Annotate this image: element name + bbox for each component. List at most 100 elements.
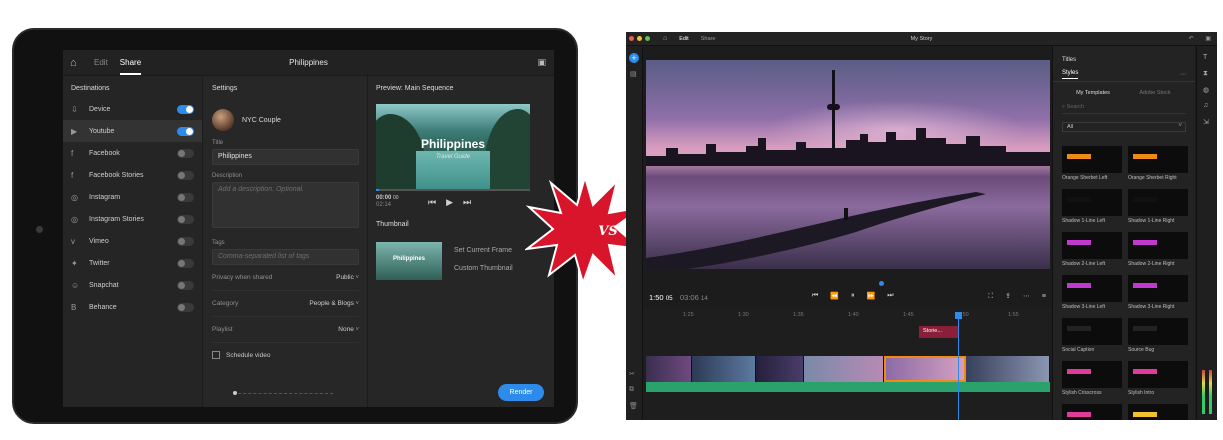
tab-share[interactable]: Share <box>701 36 716 42</box>
destination-row[interactable]: f Facebook <box>63 142 202 164</box>
export-frame-icon[interactable]: ⇪ <box>1005 293 1011 300</box>
duplicate-icon[interactable]: ⧉ <box>629 386 634 394</box>
title-clip[interactable]: Storie... <box>919 326 959 338</box>
schedule-video-option[interactable]: Schedule video <box>212 351 359 359</box>
custom-thumbnail-button[interactable]: Custom Thumbnail <box>454 260 513 278</box>
home-icon[interactable]: ⌂ <box>663 35 667 42</box>
destination-toggle[interactable] <box>177 214 194 224</box>
set-current-frame-button[interactable]: Set Current Frame <box>454 242 513 260</box>
destination-toggle[interactable] <box>177 148 194 158</box>
title-template[interactable]: Social Caption <box>1062 318 1122 361</box>
viewer-scrub-handle[interactable] <box>879 281 884 286</box>
schedule-checkbox[interactable] <box>212 351 220 359</box>
timeline-playhead[interactable] <box>958 316 959 420</box>
adobe-stock-option[interactable]: Adobe Stock <box>1124 90 1186 102</box>
title-template[interactable]: Source Bug <box>1128 318 1188 361</box>
pause-icon[interactable]: ⏸ <box>851 292 855 300</box>
destination-row[interactable]: f Facebook Stories <box>63 164 202 186</box>
destination-toggle[interactable] <box>177 302 194 312</box>
tab-styles[interactable]: Styles <box>1062 70 1079 79</box>
audio-icon[interactable]: ♫ <box>1203 102 1208 109</box>
color-icon[interactable]: ◍ <box>1203 86 1209 94</box>
video-clip[interactable] <box>646 356 692 382</box>
more-icon[interactable]: ⋯ <box>1180 71 1186 78</box>
go-to-start-icon[interactable]: ⏮ <box>812 292 818 300</box>
destination-toggle[interactable] <box>177 170 194 180</box>
destination-toggle[interactable] <box>177 258 194 268</box>
title-template[interactable]: Shadow 3-Line Left <box>1062 275 1122 318</box>
chat-icon[interactable]: ▣ <box>1205 36 1211 42</box>
menu-icon[interactable]: ≡ <box>1042 293 1046 300</box>
timeline[interactable]: 1:25 1:30 1:35 1:40 1:45 1:50 1:55 ✂ ⧉ 🗑… <box>629 308 1052 420</box>
transitions-icon[interactable]: ⧗ <box>1203 70 1208 78</box>
more-icon[interactable]: ⋯ <box>1023 293 1030 300</box>
title-field[interactable]: Philippines <box>212 149 359 165</box>
title-template[interactable]: Sunrise <box>1128 404 1188 420</box>
destination-row[interactable]: ◎ Instagram <box>63 186 202 208</box>
zoom-window-icon[interactable] <box>645 36 650 41</box>
account-row[interactable]: NYC Couple <box>212 108 359 132</box>
go-to-end-icon[interactable]: ⏭ <box>887 292 893 300</box>
destination-row[interactable]: B Behance <box>63 296 202 318</box>
destination-row[interactable]: ⇩ Device <box>63 98 202 120</box>
my-templates-option[interactable]: My Templates <box>1062 90 1124 102</box>
description-field[interactable]: Add a description. Optional. <box>212 182 359 228</box>
preview-progress-bar[interactable] <box>376 189 530 191</box>
step-back-icon[interactable]: ⏮ <box>428 197 436 208</box>
destination-toggle[interactable] <box>177 126 194 136</box>
playhead-handle[interactable] <box>955 312 962 319</box>
destination-toggle[interactable] <box>177 192 194 202</box>
title-template[interactable]: Stylish Intro <box>1128 361 1188 404</box>
category-row[interactable]: Category People & Blogs <box>212 291 359 317</box>
tab-edit[interactable]: Edit <box>94 58 108 67</box>
split-icon[interactable]: ✂ <box>629 370 635 378</box>
title-template[interactable]: Shadow 1-Line Left <box>1062 189 1122 232</box>
render-button[interactable]: Render <box>498 384 544 401</box>
destination-toggle[interactable] <box>177 236 194 246</box>
privacy-select[interactable]: Public <box>336 274 359 281</box>
destination-row[interactable]: ✦ Twitter <box>63 252 202 274</box>
preview-video[interactable]: Philippines Travel Guide <box>376 104 530 191</box>
destination-row[interactable]: ▶ Youtube <box>63 120 202 142</box>
title-template[interactable]: Orange Sherbet Right <box>1128 146 1188 189</box>
category-select[interactable]: People & Blogs <box>309 300 359 307</box>
video-clip[interactable] <box>966 356 1050 382</box>
media-icon[interactable]: ▤ <box>630 70 637 78</box>
delete-icon[interactable]: 🗑 <box>629 402 638 410</box>
time-ruler[interactable]: 1:25 1:30 1:35 1:40 1:45 1:50 1:55 <box>643 308 1052 322</box>
title-template[interactable]: Shadow 1-Line Right <box>1128 189 1188 232</box>
titles-panel-icon[interactable]: T <box>1203 54 1207 61</box>
video-clip[interactable] <box>804 356 884 382</box>
fit-icon[interactable]: ⛶ <box>988 293 993 300</box>
tab-edit[interactable]: Edit <box>679 36 688 42</box>
add-media-icon[interactable]: + <box>629 53 639 63</box>
play-icon[interactable]: ▶ <box>446 197 453 208</box>
privacy-row[interactable]: Privacy when shared Public <box>212 265 359 291</box>
tags-field[interactable]: Comma-separated list of tags <box>212 249 359 265</box>
destination-toggle[interactable] <box>177 104 194 114</box>
home-icon[interactable]: ⌂ <box>70 57 82 69</box>
template-search-input[interactable]: ⌕ Search <box>1062 104 1186 114</box>
playlist-select[interactable]: None <box>338 326 359 333</box>
template-filter-select[interactable]: All <box>1062 122 1186 132</box>
rewind-icon[interactable]: ⏪ <box>830 292 839 300</box>
close-window-icon[interactable] <box>629 36 634 41</box>
destination-row[interactable]: ☺ Snapchat <box>63 274 202 296</box>
video-clip[interactable] <box>756 356 804 382</box>
chat-icon[interactable]: ▣ <box>537 57 546 68</box>
minimize-window-icon[interactable] <box>637 36 642 41</box>
title-template[interactable]: Shadow 3-Line Right <box>1128 275 1188 318</box>
playlist-row[interactable]: Playlist None <box>212 317 359 343</box>
title-template[interactable]: Shadow 2-Line Right <box>1128 232 1188 275</box>
fast-forward-icon[interactable]: ⏩ <box>867 292 876 300</box>
title-template[interactable]: Stylish Crisscross <box>1062 361 1122 404</box>
step-forward-icon[interactable]: ⏭ <box>463 197 471 208</box>
video-clip[interactable] <box>692 356 756 382</box>
title-template[interactable]: Shadow 2-Line Left <box>1062 232 1122 275</box>
title-template[interactable]: Orange Sherbet Left <box>1062 146 1122 189</box>
destination-row[interactable]: v Vimeo <box>63 230 202 252</box>
destination-toggle[interactable] <box>177 280 194 290</box>
title-template[interactable]: Stylish Outro <box>1062 404 1122 420</box>
audio-track[interactable] <box>646 382 1050 392</box>
undo-icon[interactable]: ↶ <box>1189 36 1194 42</box>
